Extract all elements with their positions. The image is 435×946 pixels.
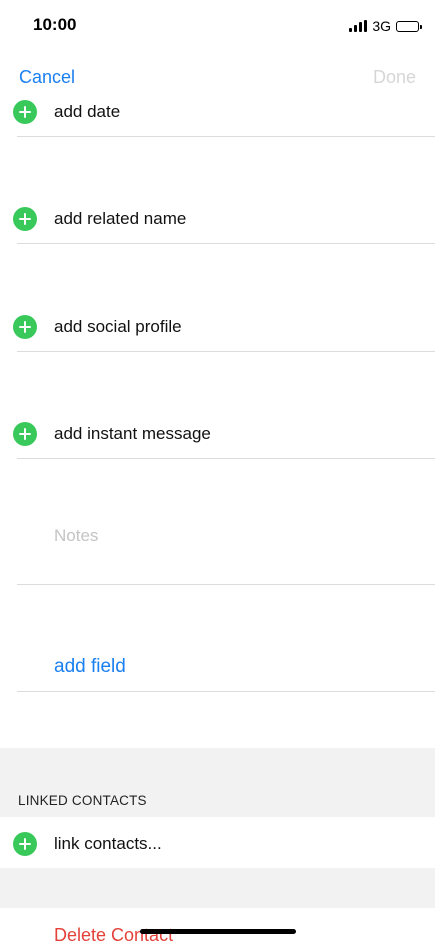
add-date-row[interactable]: add date <box>0 92 435 132</box>
separator <box>17 243 435 244</box>
add-related-name-row[interactable]: add related name <box>0 199 435 239</box>
status-bar: 10:00 3G <box>0 0 435 52</box>
cancel-button[interactable]: Cancel <box>19 67 75 88</box>
separator <box>17 351 435 352</box>
section-background <box>0 868 435 908</box>
add-date-label: add date <box>54 102 121 121</box>
network-type: 3G <box>372 18 391 34</box>
link-contacts-row[interactable]: link contacts... <box>0 824 435 864</box>
cellular-signal-icon <box>349 20 368 32</box>
plus-circle-icon[interactable] <box>13 100 37 124</box>
home-indicator[interactable] <box>140 929 296 934</box>
add-social-profile-row[interactable]: add social profile <box>0 307 435 347</box>
separator <box>17 691 435 692</box>
separator <box>17 136 435 137</box>
plus-circle-icon[interactable] <box>13 422 37 446</box>
link-contacts-label: link contacts... <box>54 834 162 853</box>
plus-circle-icon[interactable] <box>13 832 37 856</box>
separator <box>17 584 435 585</box>
battery-icon <box>396 20 422 32</box>
add-instant-message-label: add instant message <box>54 424 211 443</box>
done-button[interactable]: Done <box>373 67 416 88</box>
separator <box>17 458 435 459</box>
add-related-name-label: add related name <box>54 209 187 228</box>
notes-field[interactable]: Notes <box>54 526 98 546</box>
status-indicators: 3G <box>349 18 422 34</box>
linked-contacts-header: LINKED CONTACTS <box>18 793 147 808</box>
plus-circle-icon[interactable] <box>13 315 37 339</box>
add-instant-message-row[interactable]: add instant message <box>0 414 435 454</box>
add-field-button[interactable]: add field <box>54 656 126 678</box>
status-time: 10:00 <box>33 15 77 34</box>
plus-circle-icon[interactable] <box>13 207 37 231</box>
add-social-profile-label: add social profile <box>54 317 182 336</box>
